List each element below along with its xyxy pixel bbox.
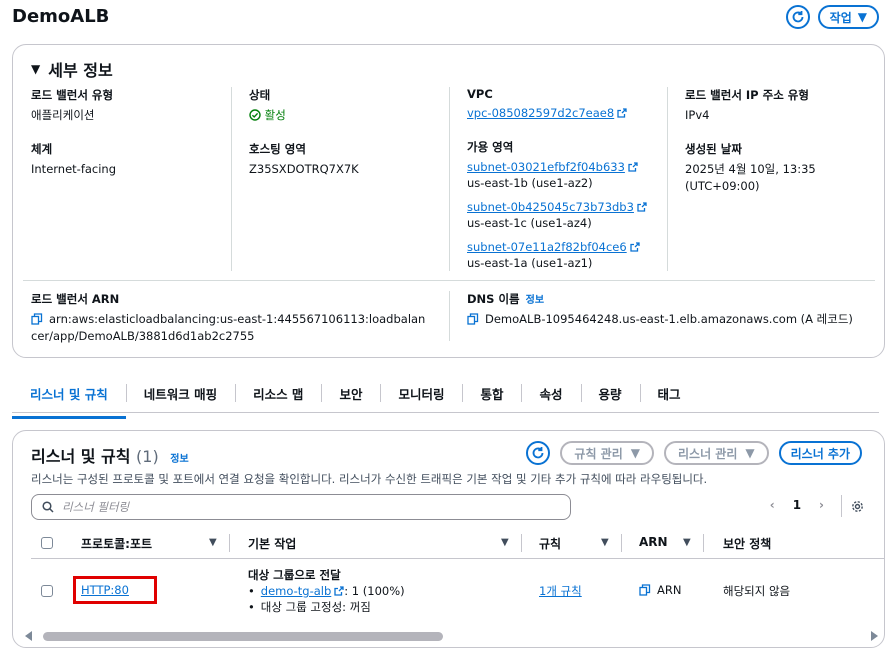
rules-link[interactable]: 1개 규칙	[539, 583, 582, 599]
tab-capacity[interactable]: 용량	[580, 378, 640, 415]
details-toggle[interactable]: ▼ 세부 정보	[31, 57, 113, 81]
row-checkbox[interactable]	[41, 585, 53, 597]
listeners-title: 리스너 및 규칙 (1) 정보	[31, 447, 189, 466]
table-header: 프로토콜:포트 ▼ 기본 작업 ▼ 규칙 ▼ ARN ▼ 보안 정책	[31, 531, 884, 557]
top-actions: 작업 ▼	[785, 5, 879, 29]
external-link-icon	[617, 108, 627, 118]
listeners-info-link[interactable]: 정보	[170, 454, 188, 465]
subnet-link[interactable]: subnet-03021efbf2f04b633	[467, 160, 625, 174]
arn-copy[interactable]: ARN	[639, 583, 681, 597]
refresh-button[interactable]	[526, 441, 551, 465]
external-link-icon	[637, 202, 647, 212]
horizontal-scrollbar[interactable]	[21, 629, 878, 643]
pagination: ‹ 1 ›	[770, 498, 824, 512]
target-group-link[interactable]: demo-tg-alb	[261, 584, 331, 598]
check-circle-icon	[249, 109, 261, 121]
scroll-left-icon[interactable]	[25, 631, 32, 641]
refresh-icon	[792, 11, 804, 23]
copy-icon[interactable]	[467, 313, 479, 325]
dns-section: DNS 이름 정보 DemoALB-1095464248.us-east-1.el…	[467, 292, 853, 326]
sort-icon[interactable]: ▼	[501, 537, 509, 548]
tab-bar: 리스너 및 규칙 네트워크 매핑 리소스 맵 보안 모니터링 통합 속성 용량 …	[12, 378, 699, 419]
caret-down-icon: ▼	[630, 446, 640, 460]
external-link-icon	[630, 242, 640, 252]
listener-actions: 규칙 관리 ▼ 리스너 관리 ▼ 리스너 추가	[526, 441, 862, 465]
col-2: 상태 활성 호스팅 영역 Z35SXDOTRQ7X7K	[249, 87, 449, 178]
dns-info-link[interactable]: 정보	[526, 295, 544, 306]
tab-resource-map[interactable]: 리소스 맵	[235, 378, 321, 415]
tab-network-mapping[interactable]: 네트워크 매핑	[125, 378, 235, 415]
manage-rules-button[interactable]: 규칙 관리 ▼	[560, 441, 654, 465]
copy-icon[interactable]	[31, 313, 43, 325]
vpc-link[interactable]: vpc-085082597d2c7eae8	[467, 106, 614, 120]
status-badge: 활성	[249, 107, 449, 124]
caret-down-icon: ▼	[745, 446, 755, 460]
next-page-icon[interactable]: ›	[819, 498, 824, 512]
caret-down-icon: ▼	[31, 62, 41, 76]
tab-security[interactable]: 보안	[321, 378, 380, 415]
default-action: 대상 그룹으로 전달 demo-tg-alb: 1 (100%) 대상 그룹 고…	[248, 567, 405, 615]
scroll-right-icon[interactable]	[871, 631, 878, 641]
subnet-link[interactable]: subnet-0b425045c73b73db3	[467, 200, 634, 214]
prev-page-icon[interactable]: ‹	[770, 498, 775, 512]
tab-integrations[interactable]: 통합	[462, 378, 521, 415]
arn-section: 로드 밸런서 ARN arn:aws:elasticloadbalancing:…	[31, 292, 426, 343]
refresh-button[interactable]	[785, 5, 810, 29]
search-icon	[42, 501, 54, 513]
external-link-icon	[628, 162, 638, 172]
sort-icon[interactable]: ▼	[209, 537, 217, 548]
refresh-icon	[533, 447, 544, 459]
col-3: VPC vpc-085082597d2c7eae8 가용 영역 subnet-0…	[467, 87, 667, 271]
table-row: HTTP:80 대상 그룹으로 전달 demo-tg-alb: 1 (100%)…	[31, 559, 884, 629]
listener-filter-input[interactable]: 리스너 필터링	[31, 494, 571, 520]
add-listener-button[interactable]: 리스너 추가	[778, 441, 862, 465]
sort-icon[interactable]: ▼	[683, 537, 691, 548]
col-1: 로드 밸런서 유형 애플리케이션 체계 Internet-facing	[31, 88, 117, 176]
tab-tags[interactable]: 태그	[639, 378, 699, 415]
details-panel: ▼ 세부 정보 로드 밸런서 유형 애플리케이션 체계 Internet-fac…	[12, 44, 885, 358]
tab-monitoring[interactable]: 모니터링	[380, 378, 462, 415]
tab-listeners[interactable]: 리스너 및 규칙	[12, 378, 126, 419]
listeners-panel: 리스너 및 규칙 (1) 정보 규칙 관리 ▼ 리스너 관리 ▼ 리스너 추가 리스…	[12, 430, 885, 648]
sort-icon[interactable]: ▼	[601, 537, 609, 548]
copy-icon[interactable]	[639, 584, 651, 596]
tab-attributes[interactable]: 속성	[521, 378, 580, 415]
external-link-icon	[334, 586, 344, 596]
settings-icon[interactable]	[851, 500, 864, 516]
page-title: DemoALB	[12, 6, 110, 27]
protocol-port-link[interactable]: HTTP:80	[81, 583, 129, 597]
col-4: 로드 밸런서 IP 주소 유형 IPv4 생성된 날짜 2025년 4월 10일…	[685, 88, 816, 193]
actions-button[interactable]: 작업 ▼	[817, 5, 879, 29]
scroll-thumb[interactable]	[43, 632, 443, 641]
subnet-link[interactable]: subnet-07e11a2f82bf04ce6	[467, 240, 627, 254]
caret-down-icon: ▼	[857, 10, 867, 24]
current-page[interactable]: 1	[793, 498, 801, 512]
manage-listener-button[interactable]: 리스너 관리 ▼	[663, 441, 769, 465]
select-all-checkbox[interactable]	[41, 537, 53, 549]
